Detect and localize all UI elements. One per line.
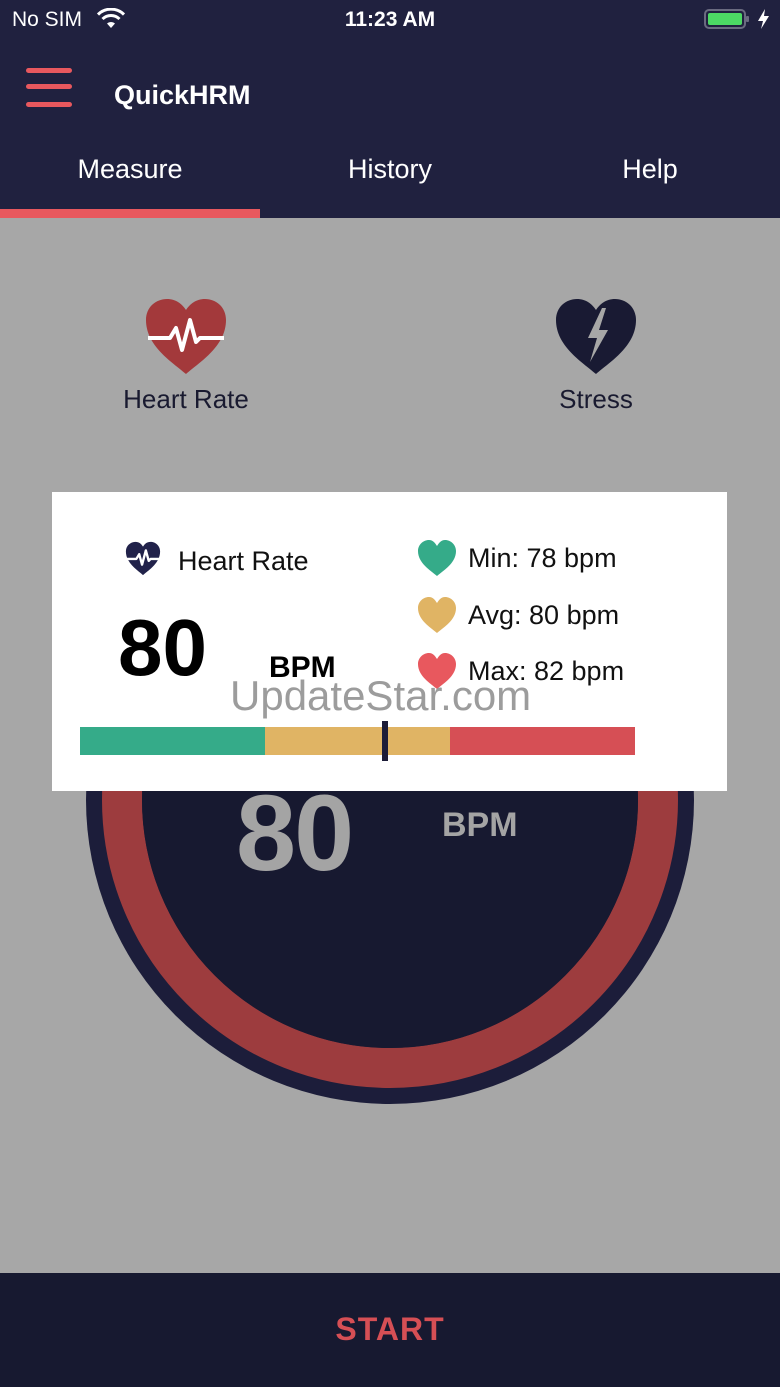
tab-bar: Measure History Help — [0, 138, 780, 218]
app-header: No SIM 11:23 AM QuickHRM Measure History… — [0, 0, 780, 218]
gauge-unit: BPM — [442, 806, 518, 844]
heart-pulse-icon — [146, 299, 226, 374]
scale-marker — [382, 721, 388, 761]
card-bpm-value: 80 — [118, 603, 207, 692]
stress-mode-button[interactable]: Stress — [476, 296, 716, 426]
result-card: Heart Rate 80 BPM Min: 78 bpm Avg: 80 bp… — [52, 492, 727, 791]
heart-rate-mode-label: Heart Rate — [123, 384, 249, 414]
card-title: Heart Rate — [178, 546, 309, 576]
app-title: QuickHRM — [114, 80, 251, 110]
charging-bolt-icon — [758, 9, 769, 29]
watermark: UpdateStar.com — [230, 672, 532, 719]
clock: 11:23 AM — [344, 8, 436, 31]
stress-mode-label: Stress — [559, 384, 633, 414]
tab-measure[interactable]: Measure — [0, 138, 260, 218]
tab-history[interactable]: History — [260, 138, 520, 218]
scale-mid-segment — [265, 727, 450, 755]
scale-high-segment — [450, 727, 635, 755]
heart-rate-mode-button[interactable]: Heart Rate — [66, 296, 306, 426]
start-button[interactable]: START — [0, 1273, 780, 1387]
heart-rate-scale — [80, 721, 635, 761]
footer-bar: START — [0, 1273, 780, 1387]
heart-icon — [418, 540, 456, 576]
heart-pulse-icon — [125, 541, 161, 576]
scale-low-segment — [80, 727, 265, 755]
heart-icon — [418, 597, 456, 633]
status-bar: No SIM 11:23 AM — [0, 0, 780, 40]
hamburger-menu-icon[interactable] — [22, 64, 78, 114]
broken-heart-icon — [556, 299, 636, 374]
tab-help[interactable]: Help — [520, 138, 780, 218]
avg-stat-label: Avg: 80 bpm — [468, 600, 620, 630]
min-stat-label: Min: 78 bpm — [468, 543, 617, 573]
battery-full-icon — [704, 9, 749, 29]
